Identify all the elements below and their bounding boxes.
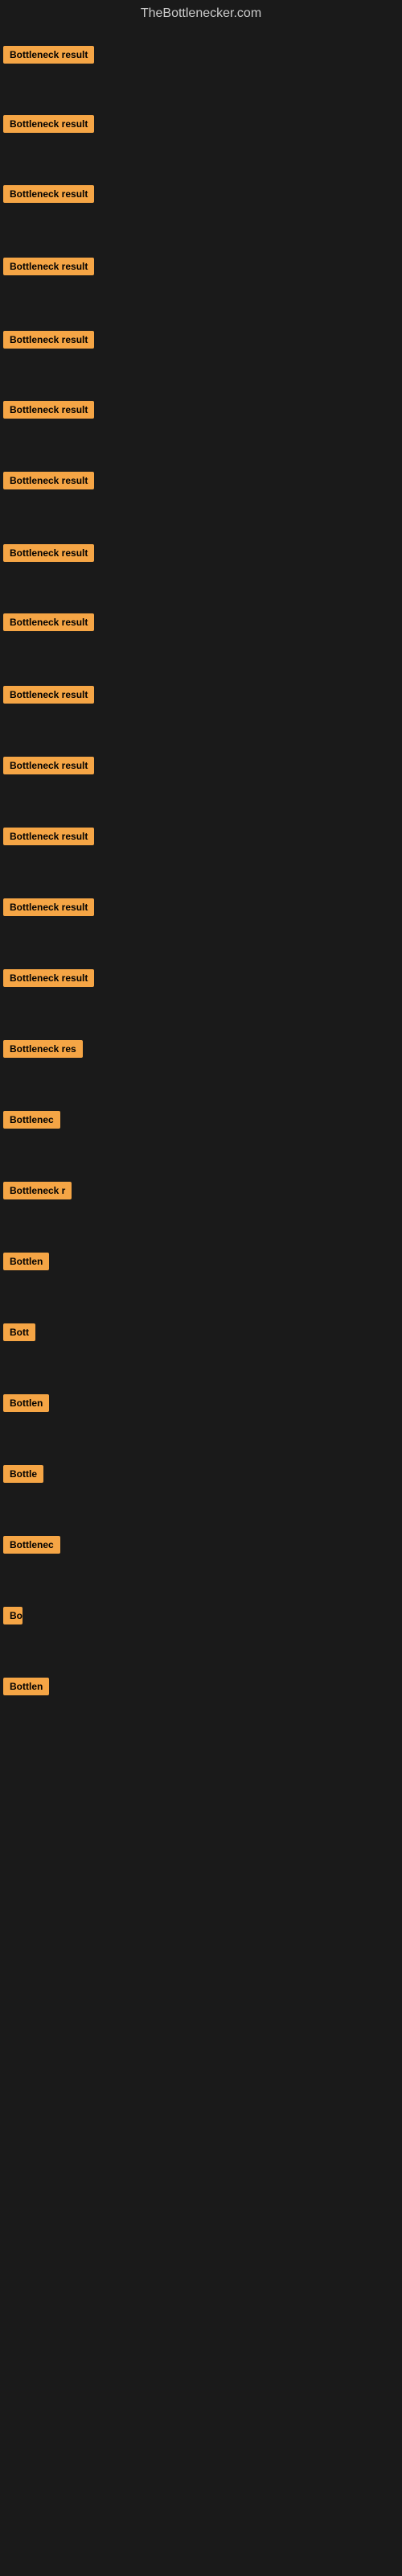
bottleneck-badge[interactable]: Bottleneck result <box>3 969 94 987</box>
bottleneck-item[interactable]: Bottlenec <box>3 1536 60 1558</box>
bottleneck-badge[interactable]: Bottlen <box>3 1678 49 1695</box>
bottleneck-badge[interactable]: Bottlen <box>3 1253 49 1270</box>
bottleneck-item[interactable]: Bottleneck result <box>3 969 94 991</box>
bottleneck-item[interactable]: Bott <box>3 1323 35 1345</box>
bottleneck-badge[interactable]: Bottleneck result <box>3 331 94 349</box>
bottleneck-item[interactable]: Bottleneck result <box>3 757 94 778</box>
bottleneck-badge[interactable]: Bottleneck result <box>3 401 94 419</box>
bottleneck-badge[interactable]: Bottleneck res <box>3 1040 83 1058</box>
bottleneck-item[interactable]: Bottleneck result <box>3 544 94 566</box>
bottleneck-badge[interactable]: Bottlenec <box>3 1111 60 1129</box>
bottleneck-badge[interactable]: Bottleneck result <box>3 472 94 489</box>
bottleneck-item[interactable]: Bottle <box>3 1465 43 1487</box>
bottleneck-item[interactable]: Bottleneck res <box>3 1040 83 1062</box>
bottleneck-badge[interactable]: Bottleneck result <box>3 46 94 64</box>
bottleneck-item[interactable]: Bottleneck result <box>3 828 94 849</box>
bottleneck-item[interactable]: Bottleneck result <box>3 686 94 708</box>
bottleneck-item[interactable]: Bottlen <box>3 1253 49 1274</box>
bottleneck-badge[interactable]: Bo <box>3 1607 23 1624</box>
bottleneck-item[interactable]: Bottleneck result <box>3 258 94 279</box>
bottleneck-item[interactable]: Bottleneck result <box>3 613 94 635</box>
bottleneck-item[interactable]: Bottleneck result <box>3 401 94 423</box>
bottleneck-badge[interactable]: Bottleneck result <box>3 115 94 133</box>
bottleneck-item[interactable]: Bottleneck r <box>3 1182 72 1203</box>
bottleneck-badge[interactable]: Bottlenec <box>3 1536 60 1554</box>
bottleneck-item[interactable]: Bottleneck result <box>3 331 94 353</box>
bottleneck-badge[interactable]: Bottleneck result <box>3 258 94 275</box>
bottleneck-badge[interactable]: Bottleneck result <box>3 828 94 845</box>
bottleneck-badge[interactable]: Bottleneck result <box>3 185 94 203</box>
bottleneck-badge[interactable]: Bottleneck r <box>3 1182 72 1199</box>
bottleneck-item[interactable]: Bottleneck result <box>3 472 94 493</box>
bottleneck-list <box>0 24 402 27</box>
bottleneck-badge[interactable]: Bottleneck result <box>3 544 94 562</box>
site-title: TheBottlenecker.com <box>0 0 402 24</box>
bottleneck-badge[interactable]: Bottleneck result <box>3 898 94 916</box>
bottleneck-item[interactable]: Bottlenec <box>3 1111 60 1133</box>
bottleneck-item[interactable]: Bottleneck result <box>3 898 94 920</box>
bottleneck-item[interactable]: Bo <box>3 1607 23 1629</box>
bottleneck-item[interactable]: Bottleneck result <box>3 46 94 68</box>
bottleneck-badge[interactable]: Bottleneck result <box>3 613 94 631</box>
bottleneck-item[interactable]: Bottleneck result <box>3 115 94 137</box>
site-title-bar: TheBottlenecker.com <box>0 0 402 24</box>
bottleneck-badge[interactable]: Bottleneck result <box>3 686 94 704</box>
bottleneck-item[interactable]: Bottlen <box>3 1678 49 1699</box>
bottleneck-badge[interactable]: Bott <box>3 1323 35 1341</box>
bottleneck-item[interactable]: Bottleneck result <box>3 185 94 207</box>
bottleneck-badge[interactable]: Bottlen <box>3 1394 49 1412</box>
bottleneck-item[interactable]: Bottlen <box>3 1394 49 1416</box>
bottleneck-badge[interactable]: Bottle <box>3 1465 43 1483</box>
bottleneck-badge[interactable]: Bottleneck result <box>3 757 94 774</box>
